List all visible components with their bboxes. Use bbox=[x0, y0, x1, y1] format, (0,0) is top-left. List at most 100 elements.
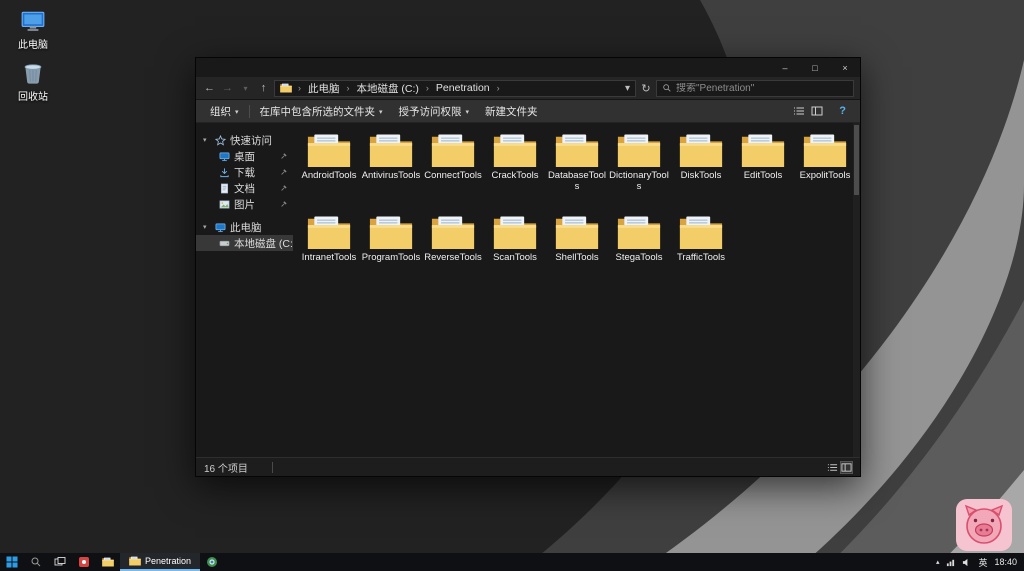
folder-label: AndroidTools bbox=[302, 170, 357, 181]
minimize-button[interactable]: – bbox=[770, 58, 800, 77]
folder-icon bbox=[493, 133, 537, 168]
chevron-down-icon: ▾ bbox=[203, 136, 211, 144]
network-icon[interactable] bbox=[946, 558, 955, 567]
folder-icon bbox=[431, 215, 475, 250]
pinned-app-button[interactable] bbox=[72, 553, 96, 571]
scrollbar[interactable] bbox=[853, 123, 860, 457]
navigation-bar: ← → ▾ ↑ › 此电脑 › 本地磁盘 (C:) › Penetration … bbox=[196, 77, 860, 100]
chevron-down-icon: ▾ bbox=[203, 223, 211, 231]
pin-icon bbox=[280, 152, 288, 160]
folder-item[interactable]: ConnectTools bbox=[422, 133, 484, 213]
folder-label: ExpolitTools bbox=[800, 170, 851, 181]
browser-button[interactable] bbox=[200, 553, 224, 571]
folder-item[interactable]: AntivirusTools bbox=[360, 133, 422, 213]
system-tray: ▴ 英 18:40 bbox=[936, 553, 1024, 571]
folder-label: ShellTools bbox=[555, 252, 598, 263]
computer-icon bbox=[215, 222, 226, 233]
breadcrumb-item-local-disk[interactable]: 本地磁盘 (C:) bbox=[356, 81, 420, 96]
help-button[interactable]: ? bbox=[831, 105, 854, 117]
tray-expand-icon[interactable]: ▴ bbox=[936, 558, 940, 566]
folder-icon bbox=[369, 133, 413, 168]
folder-item[interactable]: ShellTools bbox=[546, 215, 608, 295]
maximize-button[interactable]: □ bbox=[800, 58, 830, 77]
organize-button[interactable]: 组织 ▾ bbox=[202, 100, 247, 122]
taskbar-search-button[interactable] bbox=[24, 553, 48, 571]
desktop-icon-label: 回收站 bbox=[18, 88, 48, 103]
new-folder-button[interactable]: 新建文件夹 bbox=[477, 100, 546, 122]
folder-item[interactable]: AndroidTools bbox=[298, 133, 360, 213]
large-icons-view-toggle-icon[interactable] bbox=[841, 462, 852, 473]
close-button[interactable]: × bbox=[830, 58, 860, 77]
sidebar-item-quick-access[interactable]: ▾ 快速访问 bbox=[196, 132, 293, 148]
breadcrumb-separator: › bbox=[495, 83, 502, 93]
task-view-button[interactable] bbox=[48, 553, 72, 571]
sidebar-item-desktop[interactable]: 桌面 bbox=[196, 148, 293, 164]
folder-icon bbox=[493, 215, 537, 250]
desktop-icon-recycle-bin[interactable]: 回收站 bbox=[6, 60, 60, 103]
folder-icon bbox=[803, 133, 847, 168]
folder-item[interactable]: ProgramTools bbox=[360, 215, 422, 295]
details-view-toggle-icon[interactable] bbox=[827, 462, 838, 473]
large-icons-view-icon[interactable] bbox=[811, 105, 823, 117]
recycle-bin-icon bbox=[20, 60, 46, 86]
folder-grid: AndroidTools AntivirusTools ConnectTools… bbox=[293, 123, 860, 457]
desktop-icon-this-pc[interactable]: 此电脑 bbox=[6, 8, 60, 51]
taskbar-task-penetration[interactable]: Penetration bbox=[120, 553, 200, 571]
search-icon bbox=[662, 83, 672, 93]
folder-item[interactable]: StegaTools bbox=[608, 215, 670, 295]
sidebar-item-downloads[interactable]: 下载 bbox=[196, 164, 293, 180]
explorer-window: – □ × ← → ▾ ↑ › 此电脑 › 本地磁盘 (C:) › Penetr… bbox=[195, 57, 861, 477]
picture-icon bbox=[219, 199, 230, 210]
sidebar-item-documents[interactable]: 文档 bbox=[196, 180, 293, 196]
folder-item[interactable]: ScanTools bbox=[484, 215, 546, 295]
chevron-down-icon: ▾ bbox=[235, 108, 239, 116]
sidebar-item-label: 文档 bbox=[234, 181, 255, 196]
back-button[interactable]: ← bbox=[202, 80, 217, 97]
volume-icon[interactable] bbox=[962, 558, 971, 567]
folder-item[interactable]: DatabaseTools bbox=[546, 133, 608, 213]
sidebar-item-label: 下载 bbox=[234, 165, 255, 180]
breadcrumb-separator: › bbox=[424, 83, 431, 93]
toolbar-divider bbox=[249, 105, 250, 118]
breadcrumb-item-this-pc[interactable]: 此电脑 bbox=[307, 81, 341, 96]
up-button[interactable]: ↑ bbox=[256, 80, 271, 97]
folder-item[interactable]: TrafficTools bbox=[670, 215, 732, 295]
folder-icon bbox=[307, 133, 351, 168]
folder-item[interactable]: IntranetTools bbox=[298, 215, 360, 295]
input-language-indicator[interactable]: 英 bbox=[978, 556, 987, 569]
task-label: Penetration bbox=[145, 556, 191, 566]
include-in-library-button[interactable]: 在库中包含所选的文件夹 ▾ bbox=[252, 100, 391, 122]
forward-button[interactable]: → bbox=[220, 80, 235, 97]
windows-logo-icon bbox=[6, 556, 18, 568]
breadcrumb-separator: › bbox=[296, 83, 303, 93]
folder-item[interactable]: EditTools bbox=[732, 133, 794, 213]
recent-locations-button[interactable]: ▾ bbox=[238, 80, 253, 97]
folder-item[interactable]: DictionaryTools bbox=[608, 133, 670, 213]
file-explorer-button[interactable] bbox=[96, 553, 120, 571]
folder-icon bbox=[555, 215, 599, 250]
give-access-button[interactable]: 授予访问权限 ▾ bbox=[391, 100, 478, 122]
address-dropdown-icon[interactable]: ▾ bbox=[625, 83, 630, 94]
folder-item[interactable]: CrackTools bbox=[484, 133, 546, 213]
folder-item[interactable]: ReverseTools bbox=[422, 215, 484, 295]
refresh-button[interactable]: ↻ bbox=[639, 82, 653, 95]
sidebar-item-pictures[interactable]: 图片 bbox=[196, 196, 293, 212]
desktop-icon bbox=[219, 151, 230, 162]
scrollbar-thumb[interactable] bbox=[854, 125, 859, 195]
start-button[interactable] bbox=[0, 553, 24, 571]
new-folder-label: 新建文件夹 bbox=[485, 104, 538, 119]
search-input[interactable] bbox=[676, 83, 848, 94]
details-view-icon[interactable] bbox=[793, 105, 805, 117]
folder-item[interactable]: DiskTools bbox=[670, 133, 732, 213]
breadcrumb-item-penetration[interactable]: Penetration bbox=[435, 82, 491, 94]
sidebar-item-this-pc[interactable]: ▾ 此电脑 bbox=[196, 219, 293, 235]
sidebar-item-label: 桌面 bbox=[234, 149, 255, 164]
folder-item[interactable]: ExpolitTools bbox=[794, 133, 856, 213]
pinned-app-icon bbox=[78, 556, 90, 568]
address-bar[interactable]: › 此电脑 › 本地磁盘 (C:) › Penetration › ▾ bbox=[274, 80, 636, 97]
sidebar-item-local-disk-c[interactable]: 本地磁盘 (C:) bbox=[196, 235, 293, 251]
folder-label: CrackTools bbox=[492, 170, 539, 181]
sidebar-item-label: 此电脑 bbox=[230, 220, 262, 235]
sidebar-item-label: 本地磁盘 (C:) bbox=[234, 236, 296, 251]
taskbar-clock[interactable]: 18:40 bbox=[994, 557, 1017, 567]
